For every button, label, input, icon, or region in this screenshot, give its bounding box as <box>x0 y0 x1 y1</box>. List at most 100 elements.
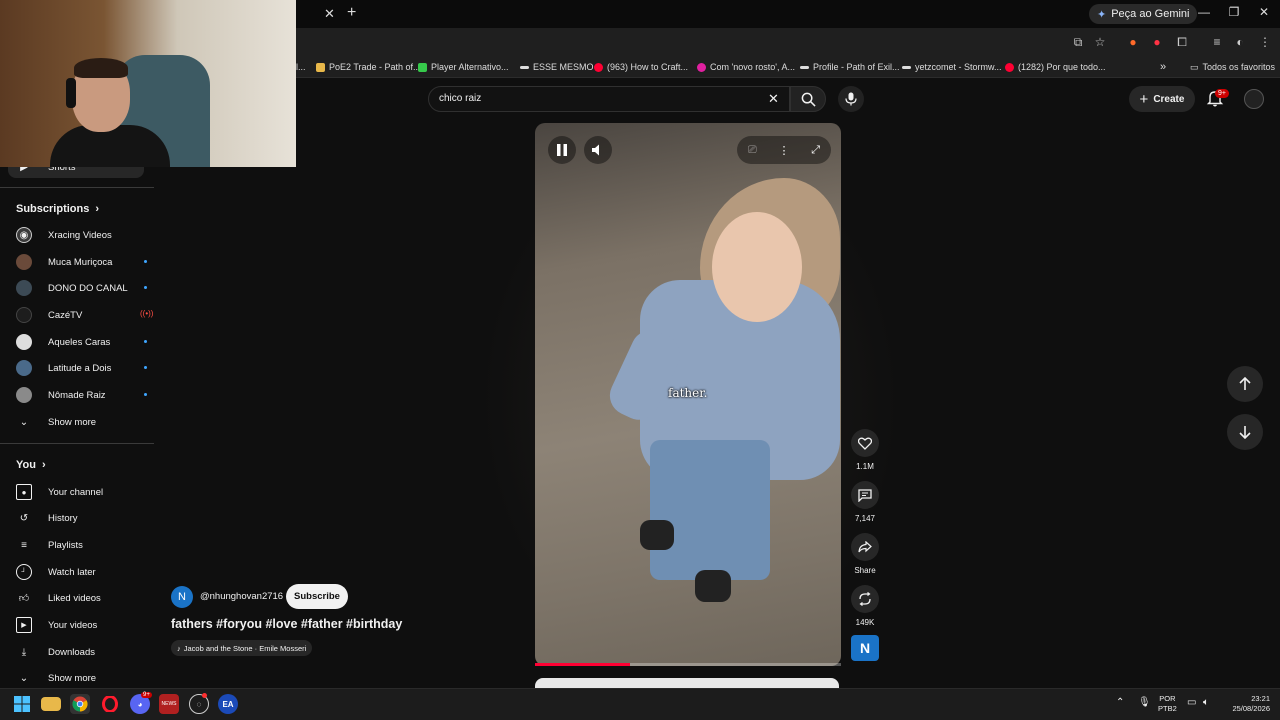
more-options-icon[interactable]: ⋮ <box>778 144 789 157</box>
bookmark-item[interactable]: Com 'novo rosto', A... <box>697 59 795 75</box>
sidebar-item-playlists[interactable]: ≡ Playlists <box>16 535 83 555</box>
bookmark-item[interactable]: (1282) Por que todo... <box>1005 59 1106 75</box>
speaker-tray-icon[interactable]: 🔈︎ <box>1203 697 1209 708</box>
channel-avatar[interactable]: N <box>171 586 193 608</box>
divider <box>0 187 154 188</box>
chevron-right-icon: › <box>41 459 46 471</box>
system-clock[interactable]: 23:21 25/08/2026 <box>1224 694 1270 714</box>
voice-search-button[interactable] <box>838 86 864 112</box>
fullscreen-icon[interactable]: ⤢ <box>811 144 820 157</box>
gemini-button[interactable]: ✦ Peça ao Gemini <box>1089 4 1198 24</box>
sidebar-item-subscription[interactable]: Muca Muriçoca <box>16 252 147 272</box>
share-button[interactable] <box>851 533 879 561</box>
bookmark-item[interactable]: yetzcomet - Stormw... <box>902 59 1002 75</box>
bookmark-truncated[interactable]: l... <box>296 59 306 75</box>
history-icon: ↺ <box>19 512 29 524</box>
bookmark-item[interactable]: PoE2 Trade - Path of... <box>316 59 421 75</box>
subscribe-button[interactable]: Subscribe <box>286 584 348 609</box>
sidebar-item-history[interactable]: ↺ History <box>16 508 78 528</box>
sidebar-item-subscription[interactable]: ◉ Xracing Videos <box>16 225 146 245</box>
search-icon <box>801 92 816 107</box>
sidebar-item-liked-videos[interactable]: 👍︎ Liked videos <box>16 588 101 608</box>
youtube-favicon <box>594 62 603 72</box>
play-box-icon: ▶ <box>16 617 32 633</box>
clear-search-icon[interactable]: ✕ <box>768 91 779 107</box>
you-heading[interactable]: You › <box>16 459 46 471</box>
display-tray-icon[interactable]: ▭ <box>1187 697 1196 708</box>
volume-icon <box>592 144 599 156</box>
address-bar[interactable] <box>296 31 1116 53</box>
microphone-tray-icon[interactable]: 🎙︎ <box>1138 697 1151 708</box>
search-query[interactable]: chico raiz <box>439 93 481 104</box>
sidebar-item-subscription[interactable]: Latitude a Dois <box>16 358 147 378</box>
media-controls-icon[interactable]: ≡ <box>1210 35 1224 49</box>
share-label: Share <box>854 566 876 575</box>
comments-button[interactable] <box>851 481 879 509</box>
sidebar-item-subscription[interactable]: DONO DO CANAL <box>16 278 147 298</box>
tab-close-icon[interactable]: ✕ <box>324 6 336 21</box>
create-button[interactable]: + Create <box>1129 86 1195 112</box>
minimize-icon[interactable]: — <box>1197 5 1211 19</box>
extensions-puzzle-icon[interactable]: ⧠ <box>1175 35 1189 49</box>
comment-icon <box>858 488 872 502</box>
channel-avatar-icon: ◉ <box>16 227 32 243</box>
bookmark-item[interactable]: ESSE MESMO <box>520 59 594 75</box>
close-window-icon[interactable]: ✕ <box>1257 5 1271 19</box>
sidebar-item-subscription[interactable]: Nômade Raiz <box>16 385 147 405</box>
profile-icon[interactable]: ◐ <box>1233 35 1247 49</box>
thumb-up-icon: 👍︎ <box>18 593 30 604</box>
bookmark-item[interactable]: (963) How to Craft... <box>594 59 688 75</box>
sidebar-item-subscription[interactable]: Aqueles Caras <box>16 332 147 352</box>
video-subject-shoe <box>640 520 674 550</box>
download-icon: ⤓ <box>21 646 27 658</box>
sidebar-item-your-videos[interactable]: ▶ Your videos <box>16 615 97 635</box>
remix-count: 149K <box>855 618 875 627</box>
install-app-icon[interactable]: ⧉ <box>1071 35 1085 49</box>
search-button[interactable] <box>790 86 826 112</box>
channel-avatar-icon <box>16 307 32 323</box>
search-input[interactable] <box>428 86 790 112</box>
sidebar-item-subscription[interactable]: CazéTV ((•)) <box>16 305 153 325</box>
arrow-up-icon <box>1239 377 1251 390</box>
channel-handle[interactable]: @nhunghovan2716 <box>200 591 283 602</box>
channel-avatar-button[interactable]: N <box>851 635 879 661</box>
bookmarks-overflow-button[interactable]: » <box>1160 59 1166 75</box>
account-avatar[interactable] <box>1244 89 1264 109</box>
sidebar-item-downloads[interactable]: ⤓ Downloads <box>16 642 95 662</box>
bookmark-item[interactable]: Profile - Path of Exil... <box>800 59 900 75</box>
notification-count-badge: 9+ <box>1215 89 1229 98</box>
extension-shield-icon[interactable]: ● <box>1150 35 1164 49</box>
like-button[interactable] <box>851 429 879 457</box>
subscriptions-heading[interactable]: Subscriptions › <box>16 203 99 215</box>
captions-icon[interactable]: ⎚ <box>748 144 757 157</box>
tray-overflow-icon[interactable]: ⌃ <box>1116 697 1124 708</box>
bookmark-star-icon[interactable]: ☆ <box>1093 35 1107 49</box>
windows-start-icon[interactable] <box>12 694 32 714</box>
chrome-icon[interactable] <box>70 694 90 714</box>
remix-button[interactable] <box>851 585 879 613</box>
sidebar-item-watch-later[interactable]: ┘ Watch later <box>16 562 96 582</box>
chevron-right-icon: › <box>95 203 100 215</box>
volume-button[interactable] <box>584 136 612 164</box>
extension-fox-icon[interactable]: ● <box>1126 35 1140 49</box>
music-chip[interactable]: ♪ Jacob and the Stone · Emile Mosseri <box>171 640 313 656</box>
opera-icon[interactable] <box>100 694 120 714</box>
new-tab-button[interactable]: + <box>347 4 356 22</box>
streamer-body <box>50 125 170 167</box>
bookmark-item[interactable]: Player Alternativo... <box>418 59 509 75</box>
pause-button[interactable] <box>548 136 576 164</box>
sidebar-show-more-subscriptions[interactable]: ⌄ Show more <box>16 412 96 432</box>
previous-short-button[interactable] <box>1227 366 1263 402</box>
all-bookmarks-button[interactable]: ▭ Todos os favoritos <box>1190 59 1275 75</box>
next-short-button[interactable] <box>1227 414 1263 450</box>
input-language[interactable]: POR PTB2 <box>1158 694 1177 714</box>
sidebar-show-more-you[interactable]: ⌄ Show more <box>16 668 96 688</box>
restore-icon[interactable]: ❐ <box>1227 5 1241 19</box>
microphone-icon <box>845 92 857 106</box>
short-title[interactable]: fathers #foryou #love #father #birthday <box>171 617 402 631</box>
ea-icon[interactable]: EA <box>218 694 238 714</box>
sidebar-item-your-channel[interactable]: ● Your channel <box>16 482 103 502</box>
file-explorer-icon[interactable] <box>41 697 61 711</box>
browser-menu-icon[interactable]: ⋮ <box>1258 35 1272 49</box>
app-icon[interactable]: NEWS <box>159 694 179 714</box>
